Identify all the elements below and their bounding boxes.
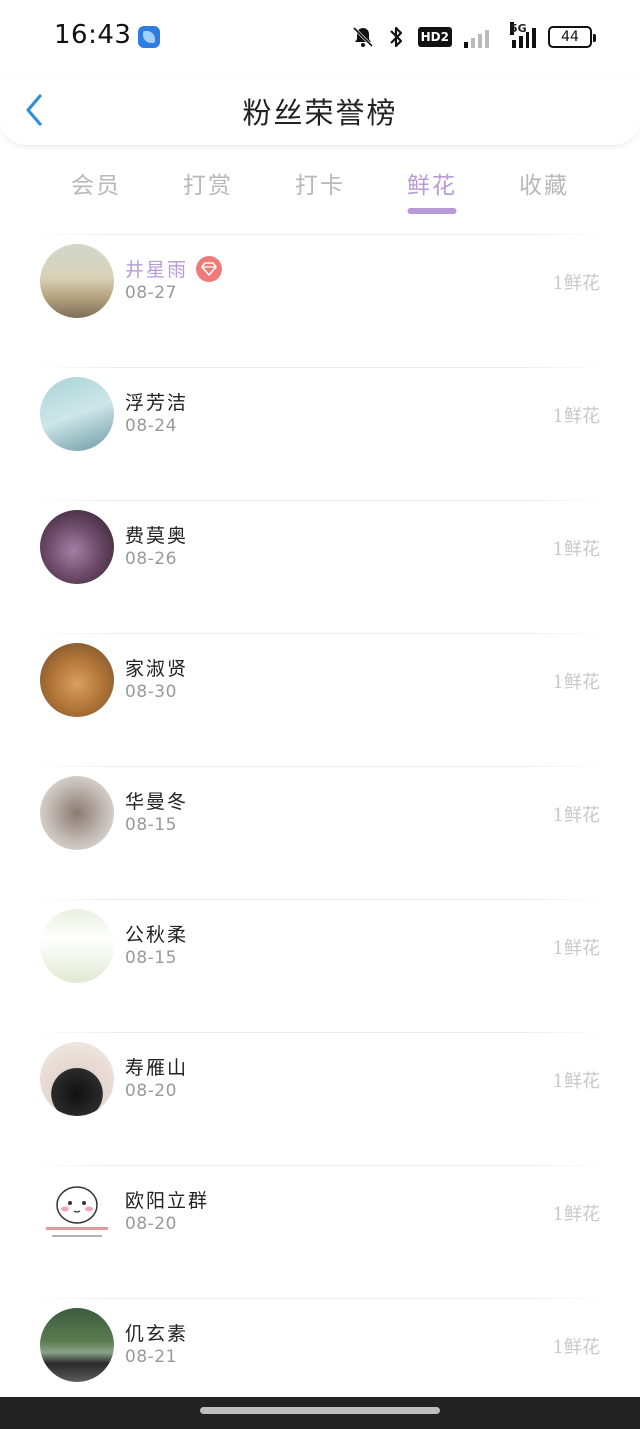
list-item[interactable]: 费莫奥 08-26 1鲜花 bbox=[0, 501, 640, 633]
signal-5g-icon: 5G bbox=[506, 22, 536, 48]
status-time: 16:43 bbox=[54, 20, 132, 50]
avatar[interactable] bbox=[40, 1042, 114, 1116]
list-item[interactable]: 华曼冬 08-15 1鲜花 bbox=[0, 767, 640, 899]
fan-date: 08-30 bbox=[125, 682, 177, 702]
name-line: 欧阳立群 bbox=[125, 1186, 209, 1213]
fan-name: 费莫奥 bbox=[125, 525, 189, 547]
avatar[interactable] bbox=[40, 244, 114, 318]
fan-date: 08-20 bbox=[125, 1081, 177, 1101]
system-nav-bar bbox=[0, 1397, 640, 1429]
flower-count: 1鲜花 bbox=[552, 539, 600, 560]
header: 粉丝荣誉榜 bbox=[0, 74, 640, 146]
flower-count: 1鲜花 bbox=[552, 273, 600, 294]
name-line: 井星雨 bbox=[125, 255, 223, 282]
fan-name: 浮芳洁 bbox=[125, 392, 189, 414]
tab-flowers[interactable]: 鲜花 bbox=[376, 158, 488, 218]
list-item[interactable]: 欧阳立群 08-20 1鲜花 bbox=[0, 1166, 640, 1298]
fan-date: 08-24 bbox=[125, 416, 177, 436]
flower-count: 1鲜花 bbox=[552, 938, 600, 959]
tab-rewards[interactable]: 打赏 bbox=[152, 158, 264, 218]
page-title: 粉丝荣誉榜 bbox=[242, 96, 398, 130]
avatar[interactable] bbox=[40, 377, 114, 451]
diamond-badge-icon bbox=[196, 255, 223, 282]
flower-count: 1鲜花 bbox=[552, 805, 600, 826]
name-line: 公秋柔 bbox=[125, 920, 188, 947]
fan-name: 华曼冬 bbox=[125, 791, 189, 813]
status-bar: 16:43 HD2 5G 44 bbox=[0, 0, 640, 74]
avatar[interactable] bbox=[40, 776, 114, 850]
list-item[interactable]: 浮芳洁 08-24 1鲜花 bbox=[0, 368, 640, 500]
tab-checkin[interactable]: 打卡 bbox=[264, 158, 376, 218]
fan-date: 08-20 bbox=[125, 1214, 177, 1234]
flower-count: 1鲜花 bbox=[552, 406, 600, 427]
cartoon-face-icon bbox=[46, 1186, 108, 1237]
hd-icon: HD2 bbox=[417, 27, 452, 47]
name-line: 家淑贤 bbox=[125, 654, 188, 681]
bluetooth-icon bbox=[386, 25, 406, 49]
battery-icon: 44 bbox=[548, 26, 596, 48]
name-line: 费莫奥 bbox=[125, 521, 188, 548]
tab-favorites[interactable]: 收藏 bbox=[488, 158, 600, 218]
list-item[interactable]: 公秋柔 08-15 1鲜花 bbox=[0, 900, 640, 1032]
avatar[interactable] bbox=[40, 643, 114, 717]
home-indicator[interactable] bbox=[200, 1407, 440, 1414]
name-line: 仉玄素 bbox=[125, 1319, 188, 1346]
name-line: 寿雁山 bbox=[125, 1053, 188, 1080]
list-item[interactable]: 井星雨 08-27 1鲜花 bbox=[0, 235, 640, 367]
list-item[interactable]: 寿雁山 08-20 1鲜花 bbox=[0, 1033, 640, 1165]
bell-muted-icon bbox=[352, 26, 374, 48]
fan-name: 欧阳立群 bbox=[125, 1190, 210, 1212]
avatar[interactable] bbox=[40, 1175, 114, 1249]
fan-date: 08-15 bbox=[125, 948, 177, 968]
fan-name: 仉玄素 bbox=[125, 1323, 189, 1345]
avatar[interactable] bbox=[40, 510, 114, 584]
signal-icon bbox=[464, 26, 494, 48]
flower-count: 1鲜花 bbox=[552, 1337, 600, 1358]
flower-count: 1鲜花 bbox=[552, 1071, 600, 1092]
fan-list: 井星雨 08-27 1鲜花 浮芳洁 08-24 1鲜花 费莫奥 08-26 1鲜… bbox=[0, 234, 640, 1429]
fan-name: 公秋柔 bbox=[125, 924, 189, 946]
tab-bar: 会员 打赏 打卡 鲜花 收藏 bbox=[40, 158, 600, 218]
flower-count: 1鲜花 bbox=[552, 1204, 600, 1225]
5g-label: 5G bbox=[510, 22, 527, 35]
tab-membership[interactable]: 会员 bbox=[40, 158, 152, 218]
status-icons: HD2 5G 44 bbox=[352, 22, 596, 52]
fan-date: 08-27 bbox=[125, 283, 177, 303]
name-line: 华曼冬 bbox=[125, 787, 188, 814]
avatar[interactable] bbox=[40, 909, 114, 983]
list-item[interactable]: 家淑贤 08-30 1鲜花 bbox=[0, 634, 640, 766]
fan-name: 寿雁山 bbox=[125, 1057, 189, 1079]
avatar[interactable] bbox=[40, 1308, 114, 1382]
fan-name: 家淑贤 bbox=[125, 658, 189, 680]
fan-date: 08-26 bbox=[125, 549, 177, 569]
fan-date: 08-21 bbox=[125, 1347, 177, 1367]
flower-count: 1鲜花 bbox=[552, 672, 600, 693]
fan-date: 08-15 bbox=[125, 815, 177, 835]
fan-name: 井星雨 bbox=[125, 259, 189, 281]
name-line: 浮芳洁 bbox=[125, 388, 188, 415]
app-icon bbox=[138, 26, 160, 48]
